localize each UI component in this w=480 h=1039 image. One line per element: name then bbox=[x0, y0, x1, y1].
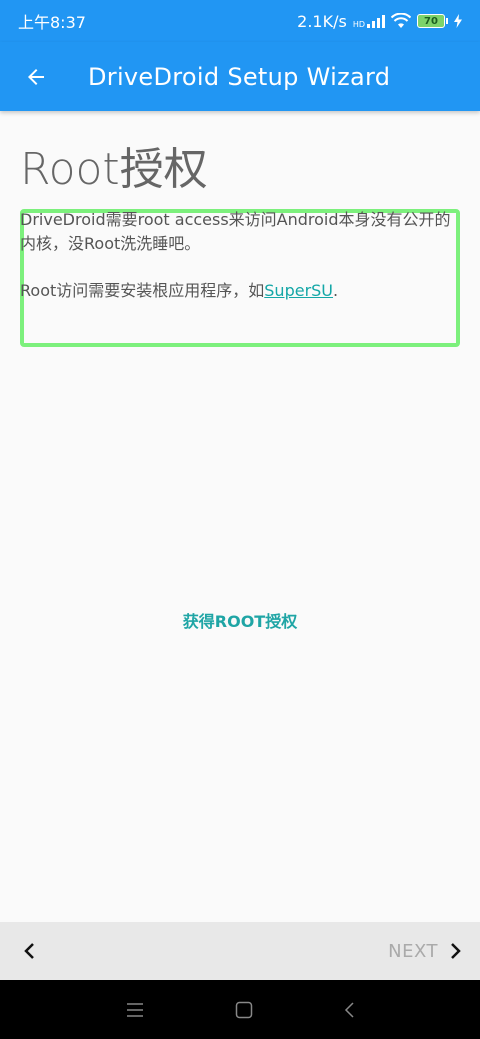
app-bar: DriveDroid Setup Wizard bbox=[0, 42, 480, 111]
description-paragraph: DriveDroid需要root access来访问Android本身没有公开的… bbox=[20, 210, 451, 253]
next-label: NEXT bbox=[388, 940, 438, 962]
wizard-nav-bar: NEXT bbox=[0, 922, 480, 980]
arrow-left-icon bbox=[28, 68, 44, 85]
chevron-right-icon bbox=[451, 943, 461, 959]
system-nav-bar bbox=[0, 980, 480, 1039]
app-title: DriveDroid Setup Wizard bbox=[88, 62, 391, 91]
supersu-link[interactable]: SuperSU bbox=[264, 281, 333, 300]
status-bar: 上午8:37 2.1K/s HD 70 bbox=[0, 0, 480, 42]
wifi-icon bbox=[391, 13, 411, 28]
signal-icon bbox=[367, 14, 385, 28]
chevron-left-icon bbox=[24, 943, 34, 959]
menu-icon[interactable] bbox=[125, 1002, 145, 1018]
next-button[interactable]: NEXT bbox=[388, 941, 462, 962]
charging-icon bbox=[454, 14, 462, 28]
page-content: Root授权 bbox=[20, 140, 460, 200]
home-icon[interactable] bbox=[235, 1001, 253, 1019]
battery-level: 70 bbox=[417, 14, 445, 28]
page-title: Root授权 bbox=[20, 144, 208, 195]
back-button[interactable] bbox=[0, 42, 72, 111]
description-paragraph-root: Root访问需要安装根应用程序，如SuperSU. bbox=[20, 279, 460, 303]
status-time: 上午8:37 bbox=[18, 13, 86, 32]
status-icons: 2.1K/s HD 70 bbox=[297, 12, 462, 31]
battery-icon: 70 bbox=[417, 14, 448, 28]
acquire-root-button[interactable]: 获得ROOT授权 bbox=[140, 600, 340, 640]
previous-button[interactable] bbox=[18, 939, 42, 963]
network-speed: 2.1K/s bbox=[297, 11, 347, 31]
description-period: . bbox=[333, 281, 339, 300]
hd-badge: HD bbox=[352, 19, 365, 29]
description-text: Root访问需要安装根应用程序，如 bbox=[20, 281, 265, 300]
system-back-icon[interactable] bbox=[343, 1001, 355, 1019]
